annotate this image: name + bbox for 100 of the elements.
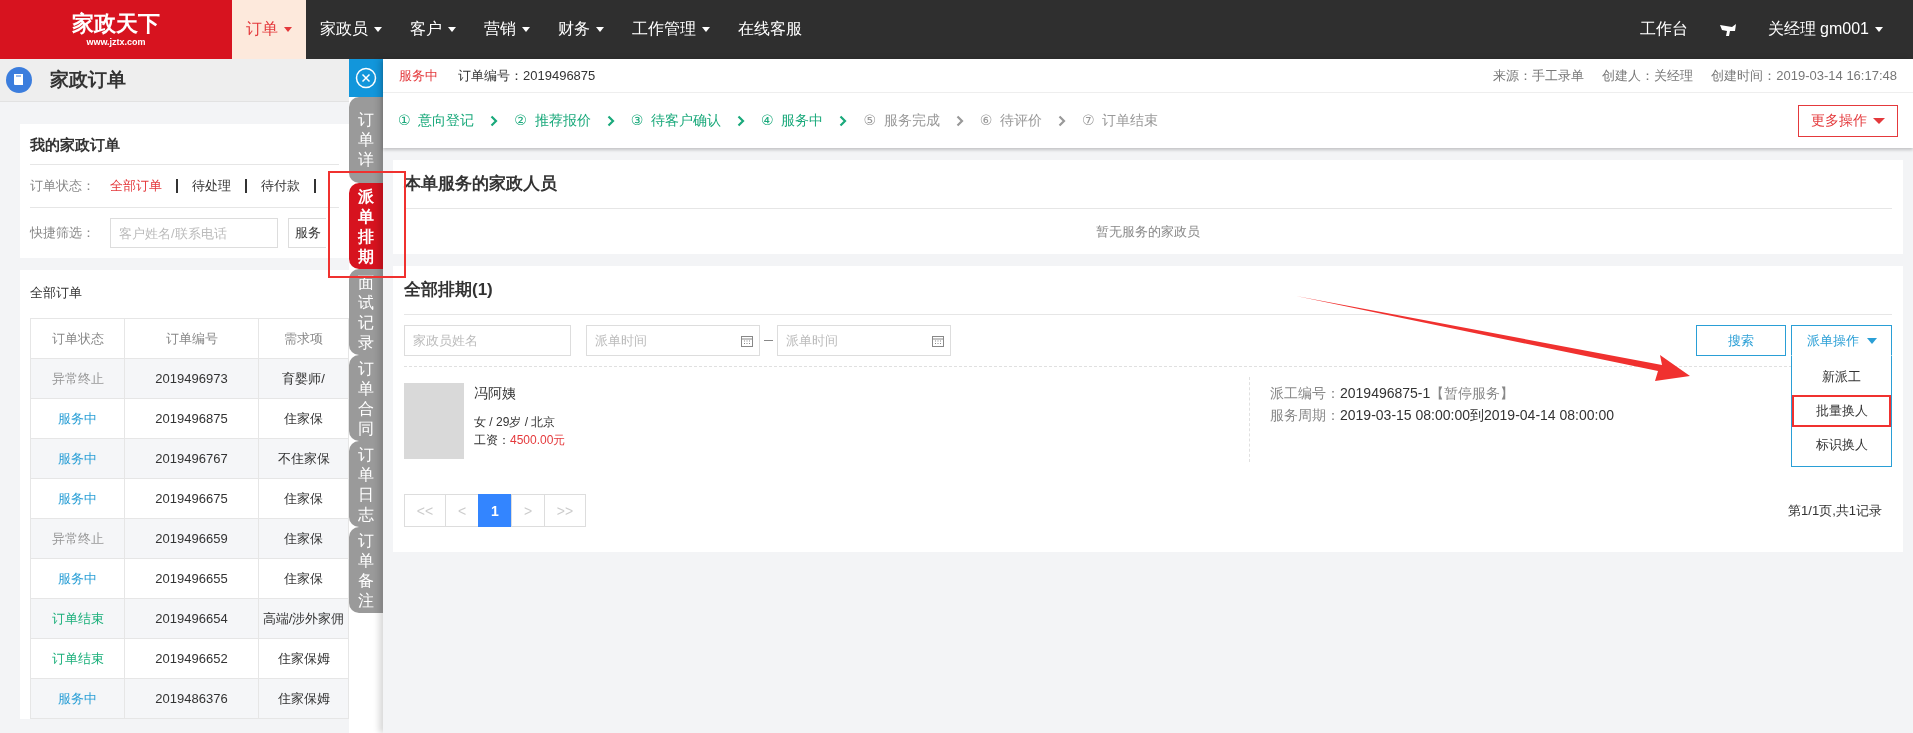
nav-item[interactable]: 营销 <box>470 0 544 59</box>
chevron-icon <box>490 114 499 127</box>
nav-item[interactable]: 财务 <box>544 0 618 59</box>
order-status-cell: 服务中 <box>30 438 125 479</box>
user-menu[interactable]: 关经理 gm001 <box>1753 0 1897 59</box>
nav-item[interactable]: 家政员 <box>306 0 396 59</box>
progress-step: ⑤ 服务完成 <box>863 111 940 130</box>
progress-step: ④ 服务中 <box>761 111 824 130</box>
customer-search-field[interactable]: 客户姓名/联系电话 <box>110 218 278 248</box>
status-filter-link[interactable]: 待付款 <box>261 177 300 195</box>
column-header: 需求项 <box>258 318 349 359</box>
order-status: 服务中 <box>399 66 438 85</box>
order-number-cell: 2019496652 <box>124 638 259 679</box>
menu-item[interactable]: 标识换人 <box>1792 429 1891 461</box>
order-number-cell: 2019496875 <box>124 398 259 439</box>
progress-step: ① 意向登记 <box>398 111 475 130</box>
service-period: 服务周期：2019-03-15 08:00:00到2019-04-14 08:00:00 <box>1270 406 1614 425</box>
order-status-cell: 订单结束 <box>30 598 125 639</box>
caret-icon <box>1873 117 1885 124</box>
column-header: 订单编号 <box>124 318 259 359</box>
chevron-icon <box>606 114 615 127</box>
demand-cell: 住家保姆 <box>258 678 349 719</box>
filter-label: 订单状态： <box>30 177 96 195</box>
order-status-cell: 服务中 <box>30 478 125 519</box>
nav-item[interactable]: 订单 <box>232 0 306 59</box>
menu-item[interactable]: 批量换人 <box>1792 395 1891 427</box>
service-select[interactable]: 服务 <box>288 218 326 248</box>
card-title: 全部订单 <box>30 284 82 302</box>
demand-cell: 住家保 <box>258 478 349 519</box>
order-status-cell: 服务中 <box>30 398 125 439</box>
page-button[interactable]: 1 <box>478 494 512 527</box>
demand-cell: 住家保姆 <box>258 638 349 679</box>
demand-cell: 住家保 <box>258 558 349 599</box>
dispatch-number: 派工编号：2019496875-1【暂停服务】 <box>1270 384 1516 403</box>
worker-name: 冯阿姨 <box>474 385 517 403</box>
order-created-time: 创建时间：2019-03-14 16:17:48 <box>1711 66 1897 85</box>
order-number-cell: 2019496973 <box>124 358 259 399</box>
progress-step: ⑦ 订单结束 <box>1082 111 1159 130</box>
date-field[interactable]: 派单时间 <box>586 325 760 356</box>
progress-step: ② 推荐报价 <box>514 111 591 130</box>
side-tab[interactable]: 订单备注 <box>349 527 383 613</box>
worker-details: 女 / 29岁 / 北京 <box>474 414 557 431</box>
order-number: 订单编号：2019496875 <box>458 66 596 85</box>
order-status-cell: 服务中 <box>30 678 125 719</box>
status-filter-link[interactable]: 全部订单 <box>110 177 162 195</box>
page-summary: 第1/1页,共1记录 <box>1788 501 1882 520</box>
demand-cell: 育婴师/ <box>258 358 349 399</box>
column-header: 订单状态 <box>30 318 125 359</box>
calendar-icon <box>741 335 753 347</box>
menu-item[interactable]: 新派工 <box>1792 361 1891 393</box>
dispatch-actions-button[interactable]: 派单操作 <box>1791 325 1892 356</box>
card-title: 我的家政订单 <box>30 124 339 165</box>
empty-message: 暂无服务的家政员 <box>1095 223 1201 241</box>
demand-cell: 住家保 <box>258 398 349 439</box>
progress-step: ③ 待客户确认 <box>630 111 722 130</box>
order-number-cell: 2019496655 <box>124 558 259 599</box>
progress-step: ⑥ 待评价 <box>979 111 1043 130</box>
chevron-icon <box>839 114 848 127</box>
order-status-cell: 订单结束 <box>30 638 125 679</box>
chevron-icon <box>955 114 964 127</box>
caret-icon <box>1866 337 1877 344</box>
demand-cell: 住家保 <box>258 518 349 559</box>
order-source: 来源：手工录单 <box>1493 66 1585 85</box>
more-actions-button[interactable]: 更多操作 <box>1798 104 1898 137</box>
order-number-cell: 2019496659 <box>124 518 259 559</box>
nav-item[interactable]: 客户 <box>396 0 470 59</box>
logo-url: www.jztx.com <box>86 36 146 47</box>
date-field[interactable]: 派单时间 <box>777 325 951 356</box>
caret-icon <box>1875 27 1883 32</box>
demand-cell: 不住家保 <box>258 438 349 479</box>
filter-label: 快捷筛选： <box>30 224 96 242</box>
search-button[interactable]: 搜索 <box>1696 325 1786 356</box>
order-number-cell: 2019486376 <box>124 678 259 719</box>
worker-name-field[interactable]: 家政员姓名 <box>404 325 571 356</box>
megaphone-icon[interactable] <box>1717 21 1738 38</box>
nav-item[interactable]: 工作管理 <box>618 0 724 59</box>
order-status-cell: 服务中 <box>30 558 125 599</box>
order-creator: 创建人：关经理 <box>1602 66 1694 85</box>
status-filter-link[interactable]: 待处理 <box>192 177 231 195</box>
side-tab[interactable]: 订单日志 <box>349 441 383 527</box>
order-number-cell: 2019496654 <box>124 598 259 639</box>
workbench-link[interactable]: 工作台 <box>1625 0 1702 59</box>
order-status-cell: 异常终止 <box>30 518 125 559</box>
demand-cell: 高端/涉外家佣 <box>258 598 349 639</box>
chevron-icon <box>737 114 746 127</box>
logo[interactable]: 家政天下 www.jztx.com <box>0 0 232 59</box>
panel-title: 家政订单 <box>50 68 126 92</box>
order-status-cell: 异常终止 <box>30 358 125 399</box>
book-icon <box>6 67 32 93</box>
side-tab[interactable]: 订单详 <box>349 97 383 183</box>
worker-salary: 工资：4500.00元 <box>474 432 567 449</box>
close-icon <box>355 67 377 89</box>
side-tab[interactable]: 订单合同 <box>349 355 383 441</box>
order-number-cell: 2019496767 <box>124 438 259 479</box>
side-tab[interactable]: 派单排期 <box>349 183 383 269</box>
logo-text: 家政天下 <box>72 12 160 37</box>
close-button[interactable] <box>349 59 383 97</box>
nav-item[interactable]: 在线客服 <box>724 0 816 59</box>
card-title: 全部排期(1) <box>404 266 1892 315</box>
calendar-icon <box>932 335 944 347</box>
